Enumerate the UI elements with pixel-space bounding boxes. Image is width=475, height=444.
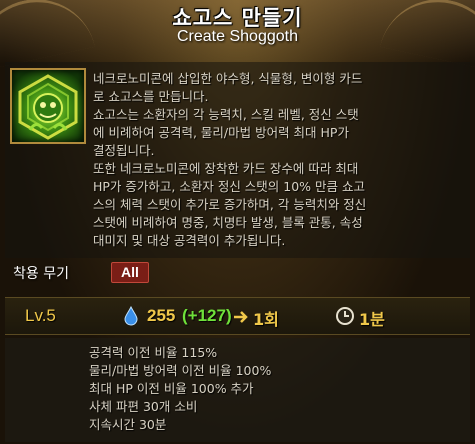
weapon-label: 착용 무기 <box>13 266 69 282</box>
effect-item: 최대 HP 이전 비율 100% 추가 <box>89 381 254 396</box>
effect-item: 공격력 이전 비율 115% <box>89 345 218 360</box>
effect-item: 사체 파편 30개 소비 <box>89 399 198 414</box>
skill-subtitle: Create Shoggoth <box>177 28 298 45</box>
mp-bonus: (+127) <box>182 306 232 325</box>
cooldown-time: 1분 <box>359 310 385 329</box>
shoggoth-skill-icon <box>10 68 86 144</box>
skill-effects-panel: 공격력 이전 비율 115% 물리/마법 방어력 이전 비율 100% 최대 H… <box>5 338 470 442</box>
mp-cost: 255 <box>147 306 176 325</box>
skill-description: 네크로노미콘에 삽입한 야수형, 식물형, 변이형 카드 로 쇼고스를 만듭니다… <box>93 70 465 250</box>
skill-level: Lv.5 <box>25 306 56 325</box>
skill-header: 쇼고스 만들기 Create Shoggoth <box>0 0 475 52</box>
cooldown-clock-icon <box>335 306 355 326</box>
use-count: 1회 <box>253 310 279 329</box>
mp-drop-icon <box>123 305 139 326</box>
skill-description-text: 네크로노미콘에 삽입한 야수형, 식물형, 변이형 카드 로 쇼고스를 만듭니다… <box>93 71 367 248</box>
skill-stats-bar: Lv.5 255 (+127) 1회 1분 <box>5 297 470 335</box>
effects-list: 공격력 이전 비율 115% 물리/마법 방어력 이전 비율 100% 최대 H… <box>89 344 271 434</box>
weapon-badge: All <box>111 262 149 283</box>
arrow-right-icon <box>233 309 249 323</box>
effect-item: 지속시간 30분 <box>89 417 167 432</box>
effect-item: 물리/마법 방어력 이전 비율 100% <box>89 363 272 378</box>
